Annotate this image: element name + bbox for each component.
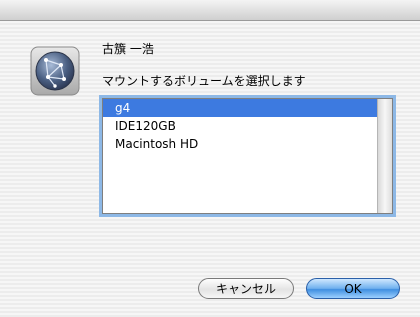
volume-list[interactable]: g4 IDE120GB Macintosh HD <box>102 98 393 214</box>
volume-item-g4[interactable]: g4 <box>103 99 378 117</box>
volume-item-macintosh-hd[interactable]: Macintosh HD <box>103 135 378 153</box>
user-name-label: 古籏 一浩 <box>102 42 154 56</box>
volume-list-scrollbar[interactable] <box>377 99 392 213</box>
prompt-text: マウントするボリュームを選択します <box>102 74 306 88</box>
volume-item-ide120gb[interactable]: IDE120GB <box>103 117 378 135</box>
window-titlebar <box>0 0 420 21</box>
volume-list-items: g4 IDE120GB Macintosh HD <box>103 99 378 213</box>
network-globe-icon <box>28 44 82 98</box>
ok-button[interactable]: OK <box>306 278 400 299</box>
cancel-button[interactable]: キャンセル <box>198 278 294 299</box>
